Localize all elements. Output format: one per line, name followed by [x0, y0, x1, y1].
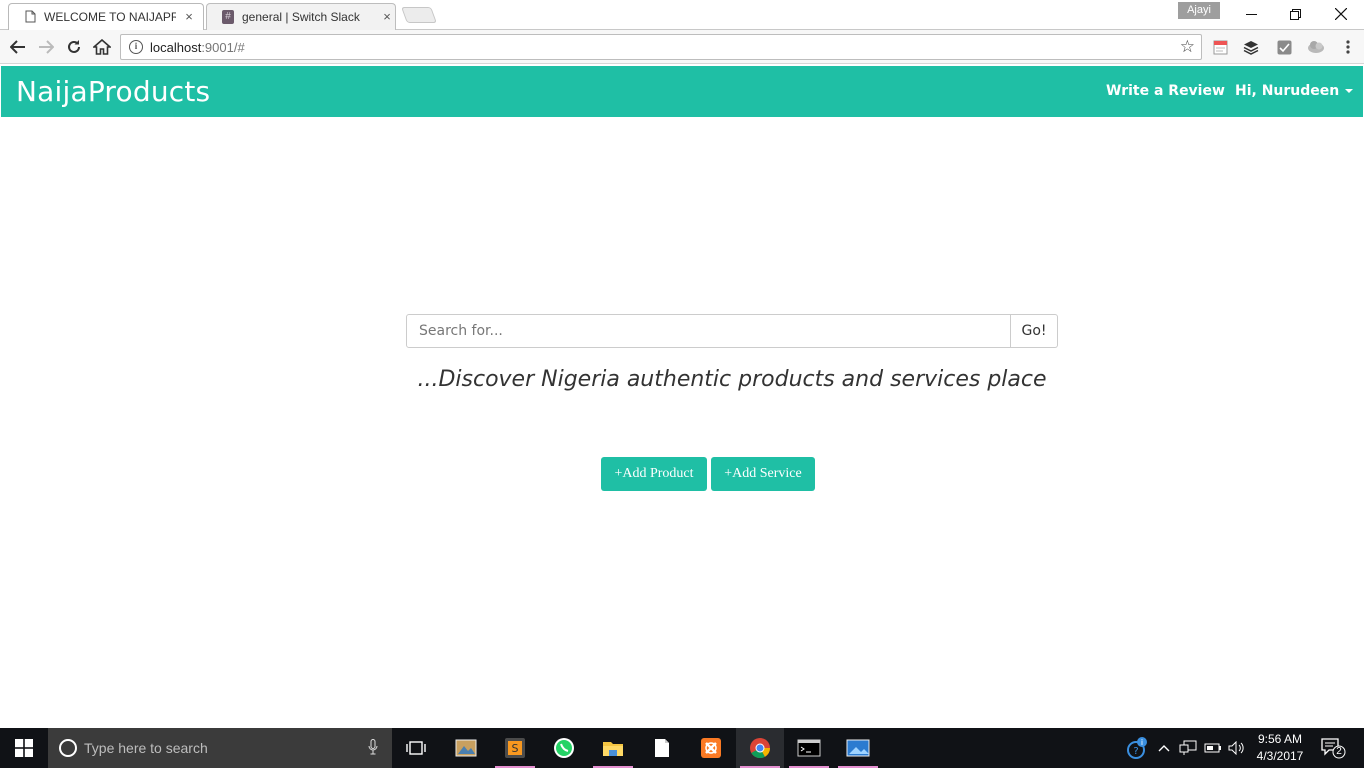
svg-text:S: S [512, 742, 519, 755]
page-icon [24, 10, 36, 24]
extension-pdf-icon[interactable] [1211, 38, 1229, 56]
url-text: localhost:9001/# [150, 40, 245, 55]
tab-title: general | Switch Slack [242, 9, 360, 24]
slack-hash-icon: # [222, 9, 234, 24]
show-hidden-icons-chevron-up-icon[interactable] [1154, 728, 1174, 768]
svg-text:i: i [1141, 738, 1143, 747]
volume-icon[interactable] [1226, 728, 1248, 768]
url-path: :9001/# [201, 40, 245, 55]
user-greeting: Hi, Nurudeen [1235, 83, 1340, 99]
site-info-icon[interactable]: i [129, 40, 143, 54]
address-bar[interactable]: i localhost:9001/# ☆ [120, 34, 1202, 60]
clock-time: 9:56 AM [1257, 732, 1303, 746]
user-menu-dropdown[interactable]: Hi, Nurudeen [1235, 83, 1354, 99]
windows-taskbar: Type here to search S ? i 9:56 AM 4/3/20… [0, 728, 1364, 768]
url-host: localhost [150, 40, 202, 55]
taskbar-search-box[interactable]: Type here to search [48, 728, 392, 768]
bookmark-star-icon[interactable]: ☆ [1180, 37, 1195, 57]
notification-count-badge: 2 [1336, 746, 1342, 757]
home-button[interactable] [90, 35, 114, 59]
photos-icon[interactable] [834, 728, 882, 768]
svg-text:?: ? [1133, 746, 1138, 757]
chrome-menu-icon[interactable] [1339, 38, 1357, 56]
clock-date: 4/3/2017 [1256, 749, 1304, 763]
photo-viewer-icon[interactable] [442, 728, 490, 768]
back-arrow-icon [10, 40, 25, 54]
forward-arrow-icon [39, 40, 54, 54]
tagline: ...Discover Nigeria authentic products a… [417, 367, 1047, 392]
back-button[interactable] [6, 35, 30, 59]
sublime-text-icon[interactable]: S [491, 728, 539, 768]
close-window-button[interactable] [1318, 0, 1364, 28]
new-tab-button[interactable] [401, 7, 437, 23]
tab-close-icon[interactable]: × [182, 9, 196, 24]
help-tray-icon[interactable]: ? i [1122, 728, 1152, 768]
network-icon[interactable] [1177, 728, 1199, 768]
notepad-icon[interactable] [638, 728, 686, 768]
restore-icon [1289, 8, 1301, 20]
task-view-icon[interactable] [392, 728, 440, 768]
command-prompt-icon[interactable] [785, 728, 833, 768]
minimize-icon [1245, 13, 1257, 15]
browser-toolbar: i localhost:9001/# ☆ [0, 30, 1364, 64]
tab-close-icon[interactable]: × [380, 9, 394, 24]
tab-slack[interactable]: # general | Switch Slack × [206, 3, 396, 30]
extension-layers-icon[interactable] [1242, 38, 1260, 56]
windows-logo-icon [15, 739, 33, 757]
action-center-icon[interactable]: 2 [1320, 736, 1346, 760]
reload-button[interactable] [62, 35, 86, 59]
close-icon [1335, 8, 1347, 20]
profile-button[interactable]: Ajayi [1178, 2, 1220, 19]
write-review-link[interactable]: Write a Review [1106, 83, 1225, 99]
taskbar-search-text: Type here to search [84, 740, 208, 756]
home-icon [93, 39, 111, 55]
whatsapp-icon[interactable] [540, 728, 588, 768]
minimize-button[interactable] [1228, 0, 1274, 28]
add-service-button[interactable]: +Add Service [711, 457, 815, 491]
brand-logo[interactable]: NaijaProducts [16, 75, 210, 108]
start-button[interactable] [0, 728, 48, 768]
add-product-button[interactable]: +Add Product [601, 457, 707, 491]
extension-check-icon[interactable] [1275, 38, 1293, 56]
battery-icon[interactable] [1202, 728, 1224, 768]
chrome-icon[interactable] [736, 728, 784, 768]
extension-cloud-icon[interactable] [1307, 38, 1325, 56]
search-input[interactable] [406, 314, 1011, 348]
xampp-icon[interactable] [687, 728, 735, 768]
caret-down-icon [1345, 89, 1354, 93]
tab-welcome[interactable]: WELCOME TO NAIJAPRO × [8, 3, 204, 30]
reload-icon [68, 40, 80, 53]
file-explorer-icon[interactable] [589, 728, 637, 768]
go-button[interactable]: Go! [1011, 314, 1058, 348]
browser-tab-strip: WELCOME TO NAIJAPRO × # general | Switch… [0, 0, 1364, 30]
site-navbar: NaijaProducts Write a Review Hi, Nurudee… [1, 66, 1363, 117]
search-group: Go! [406, 314, 1058, 348]
forward-button[interactable] [34, 35, 58, 59]
microphone-icon[interactable] [368, 739, 378, 758]
restore-button[interactable] [1272, 0, 1318, 28]
cortana-icon [59, 739, 77, 757]
taskbar-clock[interactable]: 9:56 AM 4/3/2017 [1254, 731, 1306, 765]
tab-title: WELCOME TO NAIJAPRO [44, 9, 176, 24]
